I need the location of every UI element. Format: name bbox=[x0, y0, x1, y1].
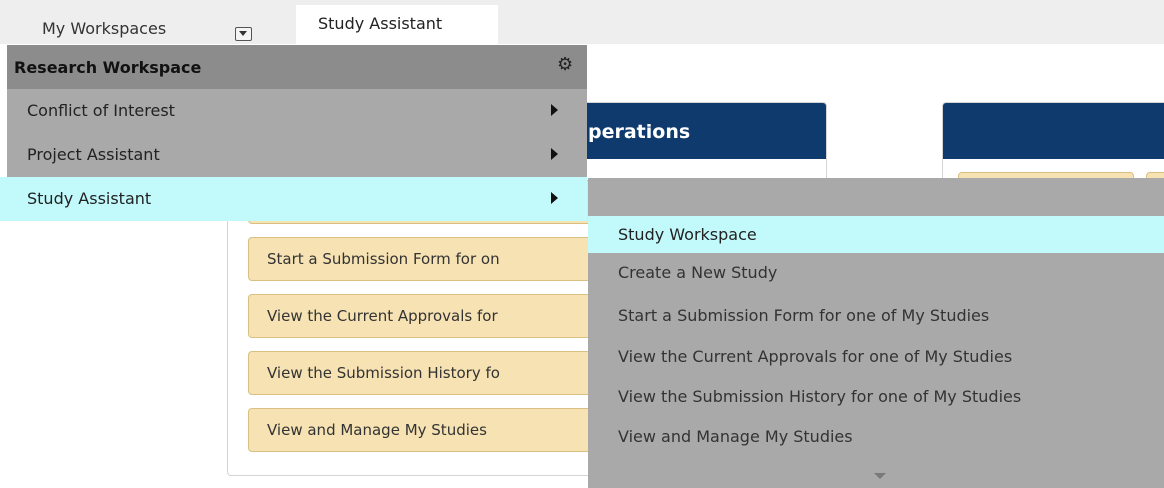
submenu-item-view-submission-history[interactable]: View the Submission History for one of M… bbox=[588, 378, 1164, 415]
my-workspaces-label: My Workspaces bbox=[42, 19, 167, 38]
action-button-label: View the Submission History fo bbox=[267, 364, 500, 382]
menu-header: Research Workspace ⚙ bbox=[7, 45, 587, 89]
menu-item-project-assistant[interactable]: Project Assistant bbox=[7, 133, 587, 177]
submenu-item-label: View the Submission History for one of M… bbox=[618, 387, 1022, 406]
chevron-right-icon bbox=[551, 148, 558, 160]
secondary-panel-header bbox=[943, 103, 1164, 159]
action-button-label: View the Current Approvals for bbox=[267, 307, 498, 325]
study-assistant-submenu: Study Workspace Create a New Study Start… bbox=[588, 178, 1164, 488]
submenu-item-view-current-approvals[interactable]: View the Current Approvals for one of My… bbox=[588, 338, 1164, 375]
menu-item-label: Study Assistant bbox=[27, 189, 152, 208]
submenu-item-view-manage-studies[interactable]: View and Manage My Studies bbox=[588, 418, 1164, 455]
dropdown-caret-icon[interactable] bbox=[235, 27, 252, 41]
menu-header-title: Research Workspace bbox=[14, 58, 202, 77]
gear-icon[interactable]: ⚙ bbox=[557, 55, 573, 75]
action-button-label: View and Manage My Studies bbox=[267, 421, 487, 439]
scroll-down-icon[interactable] bbox=[874, 473, 886, 479]
view-manage-studies-button[interactable]: View and Manage My Studies bbox=[248, 408, 608, 452]
operations-panel-title: perations bbox=[588, 121, 691, 143]
view-current-approvals-button[interactable]: View the Current Approvals for bbox=[248, 294, 608, 338]
submenu-item-label: View and Manage My Studies bbox=[618, 427, 853, 446]
workspaces-dropdown-menu: Research Workspace ⚙ Conflict of Interes… bbox=[0, 45, 587, 221]
submenu-item-study-workspace[interactable]: Study Workspace bbox=[588, 216, 1164, 253]
menu-item-label: Project Assistant bbox=[27, 145, 160, 164]
tab-study-assistant[interactable]: Study Assistant bbox=[296, 5, 498, 44]
menu-item-study-assistant[interactable]: Study Assistant bbox=[0, 177, 587, 221]
my-workspaces-button[interactable]: My Workspaces bbox=[0, 5, 280, 44]
tab-study-assistant-label: Study Assistant bbox=[318, 14, 443, 33]
view-submission-history-button[interactable]: View the Submission History fo bbox=[248, 351, 608, 395]
menu-item-conflict-of-interest[interactable]: Conflict of Interest bbox=[7, 89, 587, 133]
submenu-item-label: View the Current Approvals for one of My… bbox=[618, 347, 1013, 366]
chevron-right-icon bbox=[551, 192, 558, 204]
start-submission-button[interactable]: Start a Submission Form for on bbox=[248, 237, 608, 281]
submenu-item-label: Study Workspace bbox=[618, 225, 757, 244]
submenu-item-label: Create a New Study bbox=[618, 263, 778, 282]
top-bar: My Workspaces Study Assistant bbox=[0, 0, 1164, 44]
menu-item-label: Conflict of Interest bbox=[27, 101, 175, 120]
chevron-right-icon bbox=[551, 104, 558, 116]
submenu-item-create-new-study[interactable]: Create a New Study bbox=[588, 254, 1164, 291]
submenu-item-start-submission[interactable]: Start a Submission Form for one of My St… bbox=[588, 297, 1164, 334]
submenu-item-label: Start a Submission Form for one of My St… bbox=[618, 306, 990, 325]
action-button-label: Start a Submission Form for on bbox=[267, 250, 500, 268]
